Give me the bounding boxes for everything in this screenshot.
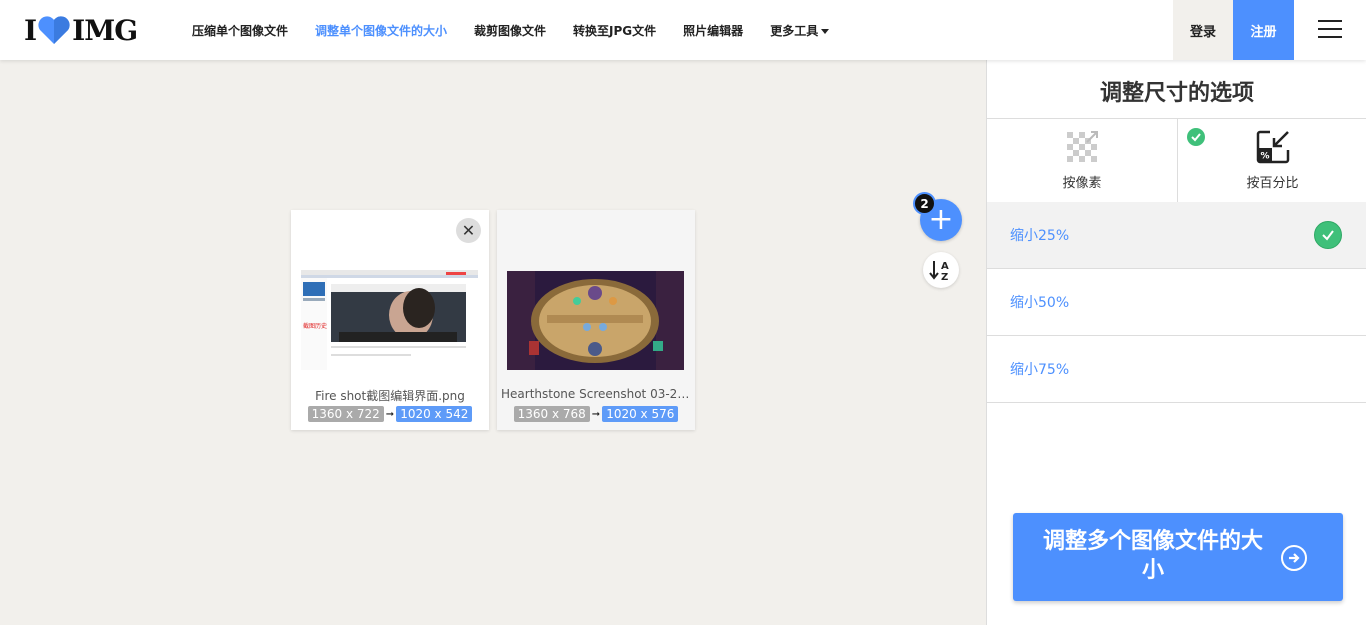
hamburger-menu-icon[interactable] — [1318, 20, 1342, 40]
caret-down-icon — [821, 28, 830, 34]
file-count-badge: 2 — [913, 192, 936, 215]
nav-crop[interactable]: 裁剪图像文件 — [474, 22, 546, 39]
nav-photo-editor[interactable]: 照片编辑器 — [683, 22, 743, 39]
svg-text:Z: Z — [941, 272, 948, 282]
option-reduce-50[interactable]: 缩小50% — [987, 269, 1366, 336]
original-size: 1360 x 722 — [307, 406, 384, 422]
arrow-right-icon: ➞ — [591, 408, 601, 420]
check-icon — [1187, 128, 1205, 146]
nav-more-tools[interactable]: 更多工具 — [770, 22, 830, 39]
close-icon[interactable]: ✕ — [456, 218, 481, 243]
tab-by-pixels[interactable]: 按像素 — [987, 119, 1178, 203]
file-card[interactable]: ✕ 截图历史 Fire shot截图编辑界面.png 1360 x 722 ➞ … — [291, 210, 489, 430]
panel-title: 调整尺寸的选项 — [1099, 81, 1254, 106]
option-reduce-75[interactable]: 缩小75% — [987, 336, 1366, 403]
file-workspace: ✕ 截图历史 Fire shot截图编辑界面.png 1360 x 722 ➞ … — [0, 60, 986, 625]
login-button[interactable]: 登录 — [1173, 0, 1233, 60]
svg-text:%: % — [1260, 152, 1269, 162]
nav-resize[interactable]: 调整单个图像文件的大小 — [315, 22, 447, 39]
sort-az-icon: A Z — [929, 261, 949, 282]
new-size: 1020 x 542 — [396, 406, 473, 422]
file-dimensions: 1360 x 768 ➞ 1020 x 576 — [497, 406, 695, 422]
percentage-icon: % — [1256, 130, 1289, 164]
check-icon — [1314, 221, 1342, 249]
option-label: 缩小25% — [1010, 228, 1070, 244]
original-size: 1360 x 768 — [513, 406, 590, 422]
file-card[interactable]: Hearthstone Screenshot 03-21-... 1360 x … — [497, 210, 695, 430]
resize-options-panel: 调整尺寸的选项 按像素 % 按百分比 缩小25% 缩小50% 缩小75% 调整多… — [986, 60, 1366, 625]
resize-mode-tabs: 按像素 % 按百分比 — [987, 118, 1366, 203]
submit-label: 调整多个图像文件的大小 — [1042, 529, 1263, 583]
nav-more-tools-label: 更多工具 — [770, 23, 819, 38]
resize-images-button[interactable]: 调整多个图像文件的大小 — [1013, 513, 1343, 601]
file-thumbnail: 截图历史 — [301, 270, 478, 370]
top-header: I IMG 压缩单个图像文件 调整单个图像文件的大小 裁剪图像文件 转换至JPG… — [0, 0, 1366, 60]
file-name: Hearthstone Screenshot 03-21-... — [501, 387, 691, 401]
file-dimensions: 1360 x 722 ➞ 1020 x 542 — [291, 406, 489, 422]
tab-label: 按像素 — [1062, 176, 1102, 191]
tab-label: 按百分比 — [1246, 176, 1299, 191]
logo-text: IMG — [72, 13, 138, 47]
option-label: 缩小75% — [1010, 362, 1070, 378]
nav-convert-jpg[interactable]: 转换至JPG文件 — [573, 22, 656, 39]
pixels-icon — [1067, 131, 1098, 162]
new-size: 1020 x 576 — [602, 406, 679, 422]
arrow-right-circle-icon — [1281, 545, 1307, 571]
logo-letter: I — [24, 13, 37, 47]
logo[interactable]: I IMG — [24, 13, 138, 47]
nav-compress[interactable]: 压缩单个图像文件 — [192, 22, 288, 39]
register-button[interactable]: 注册 — [1233, 0, 1294, 60]
option-reduce-25[interactable]: 缩小25% — [987, 202, 1366, 269]
thumb-text: 截图历史 — [303, 322, 327, 330]
option-label: 缩小50% — [1010, 295, 1070, 311]
heart-icon — [38, 16, 70, 44]
main-nav: 压缩单个图像文件 调整单个图像文件的大小 裁剪图像文件 转换至JPG文件 照片编… — [192, 0, 856, 60]
sort-az-button[interactable]: A Z — [923, 252, 959, 288]
file-thumbnail — [507, 271, 684, 370]
arrow-right-icon: ➞ — [385, 408, 395, 420]
tab-by-percentage[interactable]: % 按百分比 — [1178, 119, 1366, 203]
file-name: Fire shot截图编辑界面.png — [315, 389, 465, 403]
svg-text:A: A — [941, 261, 949, 272]
